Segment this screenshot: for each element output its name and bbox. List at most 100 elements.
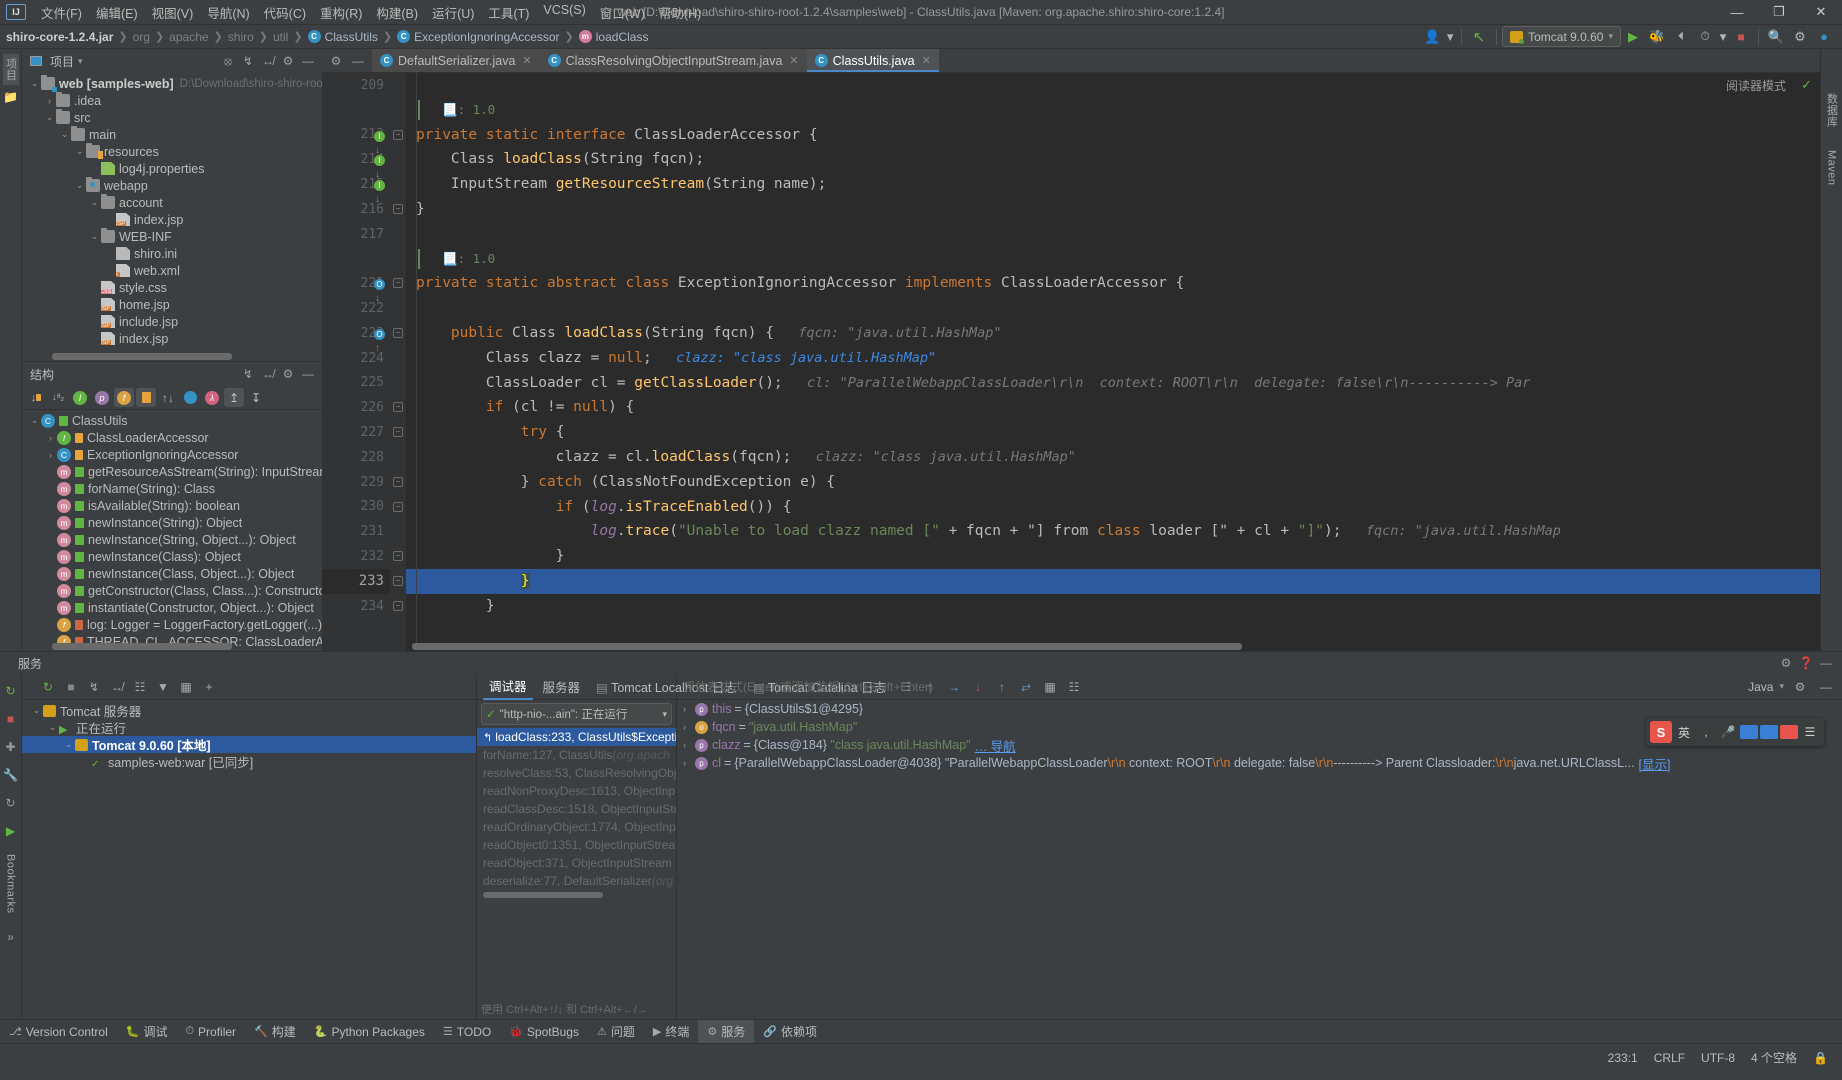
chevron-right-icon[interactable]: › xyxy=(683,722,695,732)
help-icon[interactable]: ❓ xyxy=(1796,653,1816,673)
chevron-down-icon[interactable]: ▾ xyxy=(1444,26,1456,48)
fold-toggle[interactable]: − xyxy=(393,204,403,214)
impl-down-marker-icon[interactable]: I xyxy=(374,155,385,166)
caret-position[interactable]: 233:1 xyxy=(1600,1051,1646,1065)
code-line[interactable]: Class clazz = null; clazz: "class java.u… xyxy=(406,346,1820,371)
structure-tree-item[interactable]: m instantiate(Constructor, Object...): Ob… xyxy=(22,599,322,616)
keyboard-icon[interactable] xyxy=(1740,725,1758,739)
chevron-down-icon[interactable]: ⌄ xyxy=(73,146,86,157)
run-configuration-selector[interactable]: Tomcat 9.0.60 ▾ xyxy=(1502,26,1621,47)
comma-icon[interactable]: , xyxy=(1696,722,1716,742)
code-line[interactable]: log.trace("Unable to load clazz named ["… xyxy=(406,519,1820,544)
project-tree-item[interactable]: ⌄ WEB-INF xyxy=(22,228,322,245)
maximize-button[interactable]: ❐ xyxy=(1758,0,1800,25)
menu-view[interactable]: 视图(V) xyxy=(145,0,201,25)
help-icon[interactable]: ● xyxy=(1812,26,1836,48)
code-line[interactable]: } xyxy=(406,594,1820,619)
structure-tree-item[interactable]: m newInstance(Class): Object xyxy=(22,548,322,565)
expand-all-icon[interactable]: ↯ xyxy=(238,364,258,384)
impl-down-marker-icon[interactable]: I xyxy=(374,180,385,191)
hide-panel-icon[interactable]: — xyxy=(298,364,318,384)
structure-tree-item[interactable]: m newInstance(String): Object xyxy=(22,514,322,531)
gutter-marker[interactable]: O↓ xyxy=(374,276,388,290)
fold-toggle[interactable]: − xyxy=(393,601,403,611)
show-fields-icon[interactable]: f xyxy=(114,388,134,407)
editor-tab[interactable]: C DefaultSerializer.java ✕ xyxy=(372,49,540,72)
structure-tree[interactable]: ⌄ C ClassUtils › I ClassLoaderAccessor › C Excep… xyxy=(22,410,322,651)
build-wrench-icon[interactable]: 🔧 xyxy=(2,766,20,784)
breadcrumb-loadclass[interactable]: m loadClass xyxy=(579,30,649,44)
structure-tree-horizontal-scrollbar[interactable] xyxy=(52,643,232,650)
fold-toggle[interactable]: − xyxy=(393,427,403,437)
collapse-all-icon[interactable]: ↮ xyxy=(107,677,127,697)
breadcrumb-org[interactable]: org xyxy=(133,30,150,44)
settings-icon[interactable]: ⚙ xyxy=(1790,677,1810,697)
sogou-icon[interactable]: S xyxy=(1650,721,1672,743)
layout-icon[interactable]: ▦ xyxy=(176,677,196,697)
project-tree-item[interactable]: ⌄ resources xyxy=(22,143,322,160)
fold-toggle[interactable]: − xyxy=(393,278,403,288)
tab-debugger[interactable]: 调试器 xyxy=(483,673,533,700)
fold-toggle[interactable]: − xyxy=(393,576,403,586)
chevron-down-icon[interactable]: ⌄ xyxy=(30,705,43,716)
variable-row[interactable]: › p cl = {ParallelWebappClassLoader@4038} "P… xyxy=(677,754,1842,772)
structure-tree-item[interactable]: m getConstructor(Class, Class...): Constr… xyxy=(22,582,322,599)
close-tab-icon[interactable]: ✕ xyxy=(789,54,798,67)
inspections-ok-icon[interactable]: ✓ xyxy=(1801,77,1812,93)
tool-window-button[interactable]: 🐞 SpotBugs xyxy=(500,1022,588,1042)
code-line[interactable]: InputStream getResourceStream(String nam… xyxy=(406,172,1820,197)
code-line[interactable]: if (log.isTraceEnabled()) { xyxy=(406,495,1820,520)
project-tree-horizontal-scrollbar[interactable] xyxy=(52,353,232,360)
gutter-marker[interactable]: O↑ xyxy=(374,326,388,340)
structure-tree-item[interactable]: › I ClassLoaderAccessor xyxy=(22,429,322,446)
menu-vcs[interactable]: VCS(S) xyxy=(536,0,592,25)
close-tab-icon[interactable]: ✕ xyxy=(522,54,531,67)
project-tree-item[interactable]: ⌄ src xyxy=(22,109,322,126)
structure-tree-item[interactable]: m newInstance(Class, Object...): Object xyxy=(22,565,322,582)
structure-tree-item[interactable]: m isAvailable(String): boolean xyxy=(22,497,322,514)
tool-window-button[interactable]: ▶ 终端 xyxy=(644,1020,698,1043)
project-tree-item[interactable]: shiro.ini xyxy=(22,245,322,262)
project-tree-item[interactable]: ⌄ account xyxy=(22,194,322,211)
rail-database-label[interactable]: 数据库 xyxy=(1824,89,1840,132)
tool-window-button[interactable]: ⎇ Version Control xyxy=(0,1022,117,1042)
call-stack-frame[interactable]: readOrdinaryObject:1774, ObjectInp xyxy=(477,818,676,836)
collapse-all-icon[interactable]: ↧ xyxy=(246,388,266,407)
search-icon[interactable]: 🔍 xyxy=(1764,26,1788,48)
call-stack-frame[interactable]: resolveClass:53, ClassResolvingObje xyxy=(477,764,676,782)
code-line[interactable]: private static interface ClassLoaderAcce… xyxy=(406,123,1820,148)
breadcrumb-classutils[interactable]: C ClassUtils xyxy=(308,30,378,44)
services-tree[interactable]: ⌄ Tomcat 服务器 ⌄ ▶ 正在运行 ⌄ Tomcat 9.0.60 [本地] ✓ sam… xyxy=(22,700,476,1019)
rail-project-label[interactable]: 项目 xyxy=(3,54,19,85)
collapse-all-icon[interactable]: ↮ xyxy=(258,51,278,71)
refresh-icon[interactable]: ↻ xyxy=(2,794,20,812)
breadcrumb-util[interactable]: util xyxy=(273,30,288,44)
structure-tree-item[interactable]: m getResourceAsStream(String): InputStrea… xyxy=(22,463,322,480)
services-tree-item[interactable]: ⌄ Tomcat 9.0.60 [本地] xyxy=(22,736,476,753)
close-button[interactable]: ✕ xyxy=(1800,0,1842,25)
show-anonymous-icon[interactable]: ↑↓ xyxy=(158,388,178,407)
project-tree-item[interactable]: index.jsp xyxy=(22,330,322,347)
sort-alphabetically-icon[interactable]: ↓ᵃ₂ xyxy=(48,388,68,407)
ime-mode-label[interactable]: 英 xyxy=(1674,722,1694,742)
code-line[interactable]: 📃: 1.0 xyxy=(406,247,1820,272)
breadcrumb-shiro[interactable]: shiro xyxy=(228,30,254,44)
expand-all-icon[interactable]: ↯ xyxy=(84,677,104,697)
code-line[interactable]: public Class loadClass(String fqcn) { fq… xyxy=(406,321,1820,346)
structure-tree-item[interactable]: › C ExceptionIgnoringAccessor xyxy=(22,446,322,463)
settings-icon[interactable]: ⚙ xyxy=(1788,26,1812,48)
hide-panel-icon[interactable]: — xyxy=(348,51,368,71)
chevron-down-icon[interactable]: ⌄ xyxy=(58,129,71,140)
chevron-right-icon[interactable]: › xyxy=(683,758,695,768)
stop-icon[interactable]: ■ xyxy=(1729,26,1753,48)
project-tree-item[interactable]: ⌄ webapp xyxy=(22,177,322,194)
structure-tree-item[interactable]: ⌄ C ClassUtils xyxy=(22,412,322,429)
file-encoding[interactable]: UTF-8 xyxy=(1693,1051,1743,1065)
fold-toggle[interactable]: − xyxy=(393,130,403,140)
chevron-right-icon[interactable]: › xyxy=(43,96,56,106)
gutter-marker[interactable]: I↓ xyxy=(374,128,388,142)
menu-code[interactable]: 代码(C) xyxy=(257,0,313,25)
menu-build[interactable]: 构建(B) xyxy=(369,0,425,25)
chevron-right-icon[interactable]: › xyxy=(44,433,57,443)
rail-maven-label[interactable]: Maven xyxy=(1826,146,1838,190)
